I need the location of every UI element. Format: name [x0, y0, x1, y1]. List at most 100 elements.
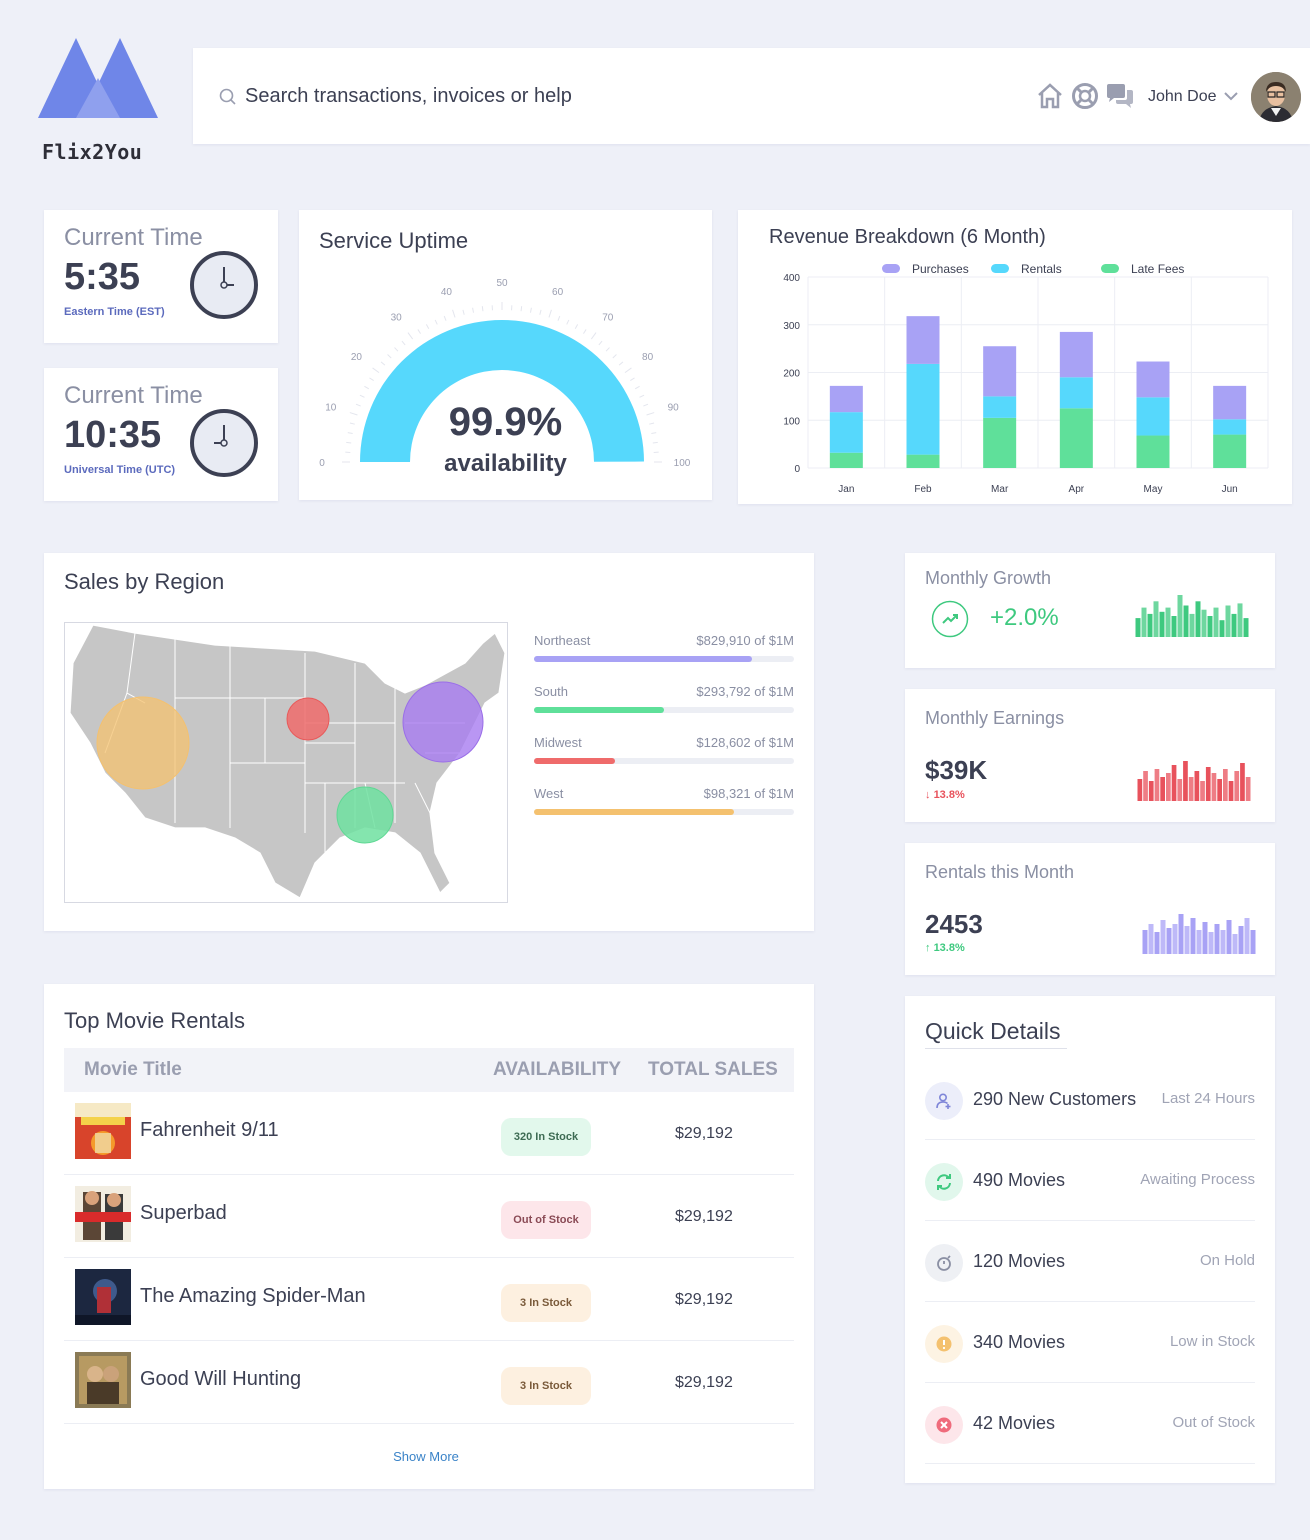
- bar-rentals[interactable]: [983, 396, 1017, 418]
- region-progress: [534, 758, 794, 764]
- us-map[interactable]: [64, 622, 508, 903]
- quick-details-card: Quick Details 290 New Customers Last 24 …: [905, 996, 1275, 1483]
- time-card-label: Current Time: [64, 224, 203, 251]
- quick-detail-item[interactable]: 340 Movies Low in Stock: [925, 1302, 1255, 1383]
- avatar[interactable]: [1251, 72, 1301, 122]
- region-progress: [534, 809, 794, 815]
- spark-bar: [1171, 616, 1177, 637]
- stat-label: Monthly Growth: [925, 568, 1052, 588]
- time-card-est: Current Time 5:35 Eastern Time (EST): [44, 210, 278, 343]
- gauge-tick: [557, 315, 561, 321]
- quick-detail-item[interactable]: 290 New Customers Last 24 Hours: [925, 1059, 1255, 1140]
- spark-bar: [1194, 771, 1200, 801]
- col-total-sales[interactable]: TOTAL SALES: [648, 1059, 778, 1081]
- quick-detail-item[interactable]: 42 Movies Out of Stock: [925, 1383, 1255, 1464]
- movie-title: Superbad: [140, 1202, 227, 1224]
- bar-late-fees[interactable]: [906, 454, 940, 468]
- bar-rentals[interactable]: [829, 412, 863, 453]
- earnings-value: $39K: [925, 755, 988, 785]
- bar-purchases[interactable]: [829, 385, 863, 413]
- spark-bar: [1142, 930, 1148, 954]
- user-name[interactable]: John Doe: [1148, 88, 1217, 106]
- cancel-icon: [936, 1417, 952, 1433]
- monthly-growth-card: Monthly Growth +2.0%: [905, 553, 1275, 668]
- spark-bar: [1213, 607, 1219, 637]
- spark-bar: [1189, 613, 1195, 637]
- spark-bar: [1220, 930, 1226, 954]
- qd-note-text: On Hold: [1199, 1252, 1255, 1269]
- spark-bar: [1143, 771, 1148, 801]
- spark-bar: [1171, 765, 1177, 801]
- table-row[interactable]: Superbad Out of Stock $29,192: [64, 1175, 794, 1258]
- gauge-tick: [407, 332, 414, 340]
- bar-late-fees[interactable]: [1136, 435, 1170, 468]
- bar-purchases[interactable]: [1059, 331, 1093, 378]
- search-input[interactable]: [245, 78, 945, 114]
- spark-bar: [1214, 924, 1220, 954]
- qd-icon-wrap: [925, 1325, 963, 1363]
- bar-purchases[interactable]: [1136, 361, 1170, 398]
- gauge-tick: [359, 394, 365, 398]
- table-row[interactable]: Fahrenheit 9/11 320 In Stock $29,192: [64, 1092, 794, 1175]
- bar-rentals[interactable]: [1136, 397, 1170, 436]
- quick-detail-item[interactable]: 120 Movies On Hold: [925, 1221, 1255, 1302]
- region-name: South: [534, 684, 568, 699]
- legend-label[interactable]: Late Fees: [1131, 262, 1184, 276]
- spark-bar: [1195, 601, 1201, 637]
- col-movie-title[interactable]: Movie Title: [84, 1059, 182, 1081]
- qd-note-text: Low in Stock: [1169, 1333, 1255, 1350]
- spark-bar: [1228, 781, 1234, 801]
- spark-bar: [1205, 767, 1211, 801]
- spark-bar: [1137, 779, 1143, 801]
- stock-badge: 320 In Stock: [501, 1118, 591, 1156]
- title-divider: [925, 1048, 1067, 1049]
- bar-rentals[interactable]: [1213, 419, 1247, 435]
- gauge-tick: [425, 324, 430, 330]
- chat-icon[interactable]: [1105, 82, 1135, 110]
- gauge-tick: [452, 309, 456, 318]
- bar-rentals[interactable]: [1059, 377, 1093, 409]
- legend-swatch: [882, 264, 900, 273]
- stock-badge: Out of Stock: [501, 1201, 591, 1239]
- col-availability[interactable]: AVAILABILITY: [493, 1059, 621, 1081]
- lifebuoy-icon[interactable]: [1071, 82, 1099, 110]
- bar-purchases[interactable]: [1213, 385, 1247, 420]
- bar-late-fees[interactable]: [1213, 434, 1247, 468]
- legend-label[interactable]: Purchases: [912, 262, 969, 276]
- x-tick-label: May: [1144, 484, 1163, 495]
- bar-late-fees[interactable]: [829, 452, 863, 468]
- uptime-card: Service Uptime 0 10 20 30 40 50 60 70 80 90 100 99…: [299, 210, 712, 500]
- gauge-tick-label: 20: [351, 352, 363, 363]
- spark-bar: [1154, 932, 1160, 954]
- time-card-utc: Current Time 10:35 Universal Time (UTC): [44, 368, 278, 501]
- legend-swatch: [991, 264, 1009, 273]
- gauge-tick: [401, 340, 406, 346]
- search-icon: [219, 88, 236, 105]
- bar-rentals[interactable]: [906, 363, 940, 455]
- bar-purchases[interactable]: [983, 346, 1017, 397]
- alert-icon: [936, 1336, 952, 1352]
- timer-icon: [937, 1255, 951, 1271]
- gauge-tick: [548, 309, 552, 318]
- top-header: John Doe: [193, 48, 1310, 144]
- bar-late-fees[interactable]: [983, 417, 1017, 468]
- home-icon[interactable]: [1036, 82, 1064, 110]
- spark-bar: [1141, 607, 1147, 637]
- region-bubble-south: [336, 786, 394, 844]
- chevron-down-icon[interactable]: [1223, 90, 1239, 102]
- x-tick-label: Feb: [914, 484, 932, 495]
- spark-bar: [1245, 777, 1251, 801]
- qd-note-text: Out of Stock: [1172, 1414, 1255, 1431]
- clock-icon: [190, 409, 258, 477]
- quick-detail-item[interactable]: 490 Movies Awaiting Process: [925, 1140, 1255, 1221]
- table-row[interactable]: The Amazing Spider-Man 3 In Stock $29,19…: [64, 1258, 794, 1341]
- legend-label[interactable]: Rentals: [1021, 262, 1062, 276]
- gauge-tick-label: 40: [441, 287, 453, 298]
- table-row[interactable]: Good Will Hunting 3 In Stock $29,192: [64, 1341, 794, 1424]
- bar-late-fees[interactable]: [1059, 408, 1093, 468]
- spark-bar: [1207, 616, 1213, 637]
- gauge-tick: [417, 329, 421, 334]
- show-more-link[interactable]: Show More: [44, 1449, 808, 1464]
- bar-purchases[interactable]: [906, 316, 940, 364]
- gauge-tick: [598, 340, 603, 346]
